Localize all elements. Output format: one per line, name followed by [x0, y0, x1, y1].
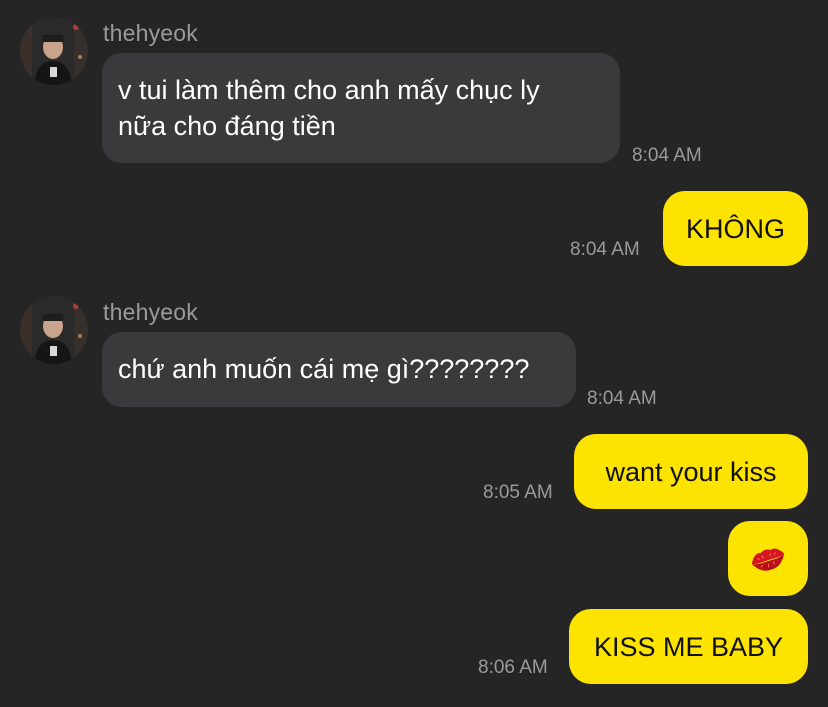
- incoming-message-bubble[interactable]: v tui làm thêm cho anh mấy chục ly nữa c…: [102, 53, 620, 163]
- incoming-message-bubble[interactable]: chứ anh muốn cái mẹ gì????????: [102, 332, 576, 407]
- sender-name: thehyeok: [103, 299, 198, 325]
- message-timestamp: 8:06 AM: [478, 657, 548, 678]
- message-timestamp: 8:04 AM: [587, 388, 657, 409]
- message-text-line: chứ anh muốn cái mẹ gì????????: [118, 354, 530, 384]
- message-text-line: nữa cho đáng tiền: [118, 111, 336, 141]
- outgoing-sticker-bubble[interactable]: [728, 521, 808, 596]
- sender-name: thehyeok: [103, 20, 198, 46]
- outgoing-message-bubble[interactable]: want your kiss: [574, 434, 808, 509]
- message-text: KHÔNG: [685, 213, 785, 244]
- message-text: KISS ME BABY: [593, 631, 784, 662]
- chat-screen: thehyeok v tui làm thêm cho anh mấy chục…: [0, 0, 828, 707]
- outgoing-message-bubble[interactable]: KISS ME BABY: [569, 609, 808, 684]
- avatar[interactable]: [20, 17, 88, 85]
- message-text: want your kiss: [605, 456, 777, 487]
- message-timestamp: 8:04 AM: [632, 145, 702, 166]
- lips-kiss-icon: [751, 547, 785, 571]
- message-text-line: v tui làm thêm cho anh mấy chục ly: [118, 75, 540, 105]
- avatar[interactable]: [20, 296, 88, 364]
- message-timestamp: 8:04 AM: [570, 239, 640, 260]
- outgoing-message-bubble[interactable]: KHÔNG: [663, 191, 808, 266]
- message-timestamp: 8:05 AM: [483, 482, 553, 503]
